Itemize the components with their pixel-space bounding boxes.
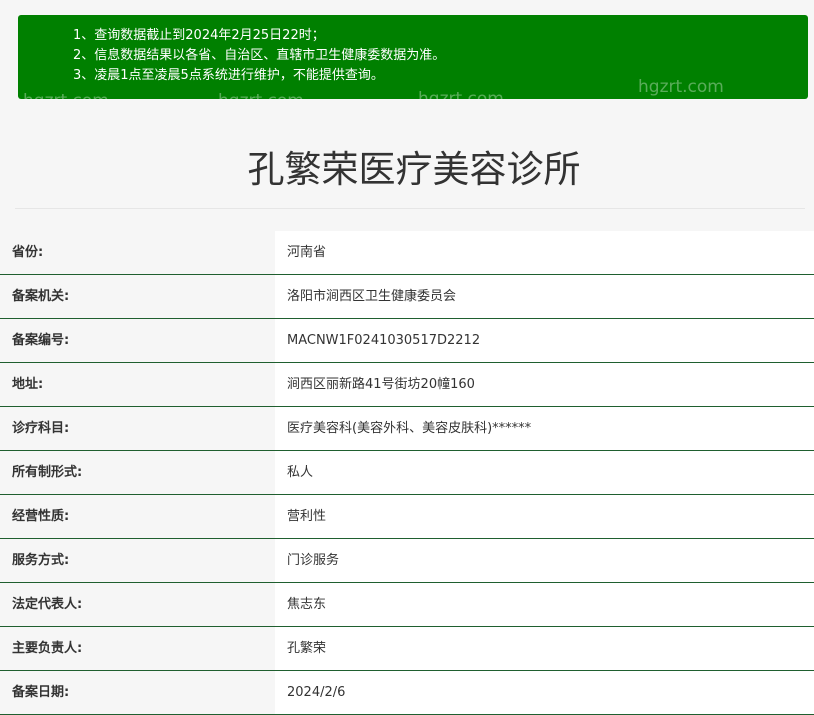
row-label: 所有制形式: <box>0 451 275 494</box>
row-label: 备案编号: <box>0 319 275 362</box>
title-divider <box>15 208 805 209</box>
watermark: hgzrt.com <box>23 91 109 99</box>
notice-line-2: 2、信息数据结果以各省、自治区、直辖市卫生健康委数据为准。 <box>73 48 446 63</box>
row-value: 私人 <box>275 451 814 494</box>
watermark: hgzrt.com <box>218 91 304 99</box>
page-title: 孔繁荣医疗美容诊所 <box>247 148 581 191</box>
table-row-service-mode: 服务方式: 门诊服务 <box>0 539 814 583</box>
row-value: 焦志东 <box>275 583 814 626</box>
row-label: 经营性质: <box>0 495 275 538</box>
table-row-legal-representative: 法定代表人: 焦志东 <box>0 583 814 627</box>
table-row-record-number: 备案编号: MACNW1F0241030517D2212 <box>0 319 814 363</box>
info-table: 省份: 河南省 备案机关: 洛阳市涧西区卫生健康委员会 备案编号: MACNW1… <box>0 231 814 715</box>
row-value: 孔繁荣 <box>275 627 814 670</box>
row-label: 主要负责人: <box>0 627 275 670</box>
row-value: 河南省 <box>275 231 814 274</box>
table-row-ownership: 所有制形式: 私人 <box>0 451 814 495</box>
table-row-authority: 备案机关: 洛阳市涧西区卫生健康委员会 <box>0 275 814 319</box>
row-value: 医疗美容科(美容外科、美容皮肤科)****** <box>275 407 814 450</box>
row-label: 备案机关: <box>0 275 275 318</box>
row-label: 地址: <box>0 363 275 406</box>
row-label: 法定代表人: <box>0 583 275 626</box>
row-value: 门诊服务 <box>275 539 814 582</box>
row-label: 省份: <box>0 231 275 274</box>
row-value: 2024/2/6 <box>275 671 814 714</box>
table-row-record-date: 备案日期: 2024/2/6 <box>0 671 814 715</box>
notice-banner: 1、查询数据截止到2024年2月25日22时； 2、信息数据结果以各省、自治区、… <box>18 15 808 99</box>
row-value: 洛阳市涧西区卫生健康委员会 <box>275 275 814 318</box>
row-label: 诊疗科目: <box>0 407 275 450</box>
row-value: MACNW1F0241030517D2212 <box>275 319 814 362</box>
table-row-province: 省份: 河南省 <box>0 231 814 275</box>
table-row-address: 地址: 涧西区丽新路41号街坊20幢160 <box>0 363 814 407</box>
watermark: hgzrt.com <box>418 89 504 99</box>
table-row-departments: 诊疗科目: 医疗美容科(美容外科、美容皮肤科)****** <box>0 407 814 451</box>
row-value: 营利性 <box>275 495 814 538</box>
table-row-business-nature: 经营性质: 营利性 <box>0 495 814 539</box>
row-value: 涧西区丽新路41号街坊20幢160 <box>275 363 814 406</box>
row-label: 服务方式: <box>0 539 275 582</box>
row-label: 备案日期: <box>0 671 275 714</box>
table-row-principal: 主要负责人: 孔繁荣 <box>0 627 814 671</box>
notice-line-1: 1、查询数据截止到2024年2月25日22时； <box>73 28 325 43</box>
watermark: hgzrt.com <box>638 77 724 97</box>
